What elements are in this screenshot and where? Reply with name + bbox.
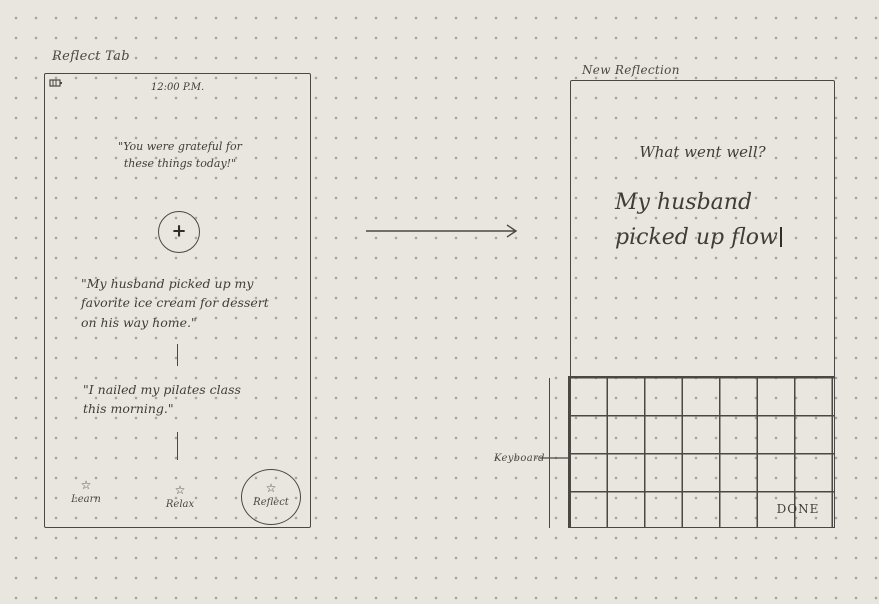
reflection-text-input[interactable]: My husband picked up flow: [615, 185, 815, 255]
arrow-icon: [366, 224, 518, 238]
star-icon: ☆: [265, 481, 277, 495]
status-time: 12:00 P.M.: [150, 82, 205, 93]
tab-label: Learn: [71, 494, 101, 505]
reflect-phone-frame: 12:00 P.M. "You were grateful for these …: [44, 73, 311, 528]
reflection-question: What went well?: [639, 143, 766, 161]
plus-icon: +: [171, 220, 187, 242]
tab-reflect[interactable]: ☆ Reflect: [246, 482, 296, 508]
timeline-connector: [177, 432, 178, 460]
new-reflection-caption: New Reflection: [582, 63, 680, 77]
tab-label: Reflect: [253, 497, 289, 508]
reflect-tab-caption: Reflect Tab: [52, 49, 130, 64]
star-icon: ☆: [174, 483, 186, 497]
typed-text: My husband picked up flow: [615, 190, 778, 251]
tab-relax[interactable]: ☆ Relax: [155, 484, 205, 510]
star-icon: ☆: [80, 478, 92, 492]
tab-label: Relax: [165, 499, 195, 510]
keyboard-label: Keyboard: [494, 453, 545, 464]
gratitude-entry: "My husband picked up my favorite ice cr…: [81, 276, 269, 330]
gratitude-entry: "I nailed my pilates class this morning.…: [83, 382, 241, 417]
timeline-connector: [177, 344, 178, 366]
done-key[interactable]: DONE: [766, 500, 830, 519]
grateful-prompt: "You were grateful for these things toda…: [118, 140, 242, 171]
text-cursor: [779, 227, 782, 248]
keyboard-bracket: [549, 378, 550, 528]
add-reflection-button[interactable]: +: [158, 211, 200, 253]
tab-learn[interactable]: ☆ Learn: [61, 479, 111, 505]
